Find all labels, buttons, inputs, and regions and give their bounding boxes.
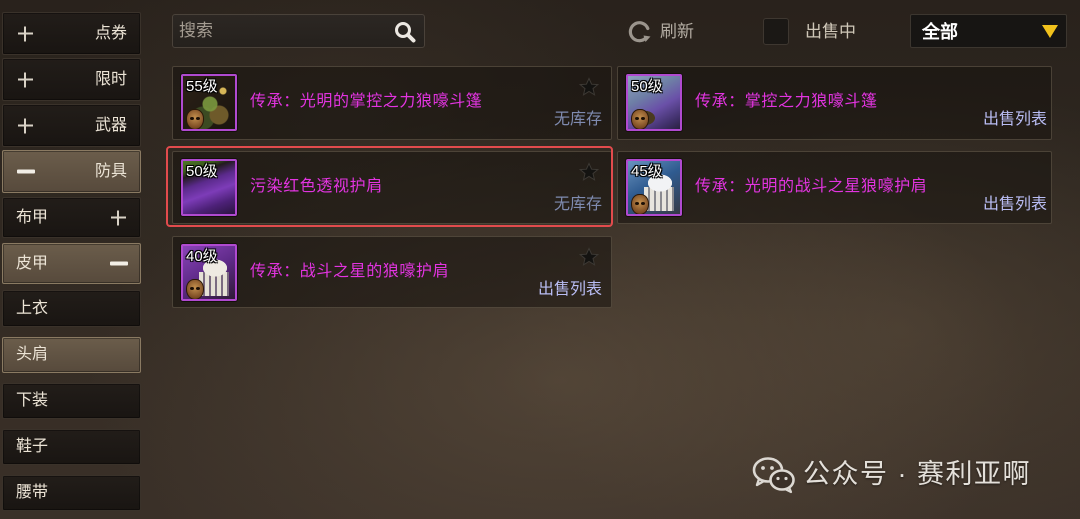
- sidebar-item-label: 下装: [16, 392, 49, 409]
- sidebar-item-leather-armor[interactable]: 皮甲: [2, 243, 141, 284]
- item-level: 50级: [186, 163, 218, 180]
- dropdown-selected-value: 全部: [922, 22, 958, 42]
- item-name: 污染红色透视护肩: [250, 178, 383, 195]
- plus-icon: [18, 72, 33, 87]
- sidebar-item-label: 皮甲: [16, 254, 49, 272]
- refresh-label: 刷新: [660, 22, 694, 41]
- item-name: 传承：光明的掌控之力狼嚎斗篷: [250, 93, 483, 110]
- plus-icon: [111, 210, 126, 225]
- item-level: 45级: [631, 163, 663, 180]
- sidebar-item-label: 武器: [94, 116, 127, 134]
- shoulder-icon[interactable]: 50级: [181, 159, 237, 216]
- item-name: 传承：光明的战斗之星狼嚎护肩: [695, 178, 928, 195]
- star-icon[interactable]: [578, 247, 600, 267]
- shoulder-icon[interactable]: 45级: [626, 159, 682, 216]
- sidebar-item-limited-time[interactable]: 限时: [2, 58, 141, 101]
- search-input[interactable]: [179, 15, 384, 47]
- sidebar-item-armor[interactable]: 防具: [2, 150, 141, 193]
- watermark-text: 公众号 · 赛利亚啊: [803, 459, 1031, 489]
- sidebar-item-cloth-armor[interactable]: 布甲: [2, 197, 141, 238]
- listing-card[interactable]: 55级 传承：光明的掌控之力狼嚎斗篷 无库存: [172, 66, 612, 140]
- cloak-icon[interactable]: 55级: [181, 74, 237, 131]
- cloak-icon[interactable]: 50级: [626, 74, 682, 131]
- refresh-button[interactable]: 刷新: [626, 17, 700, 45]
- sidebar-item-label: 点券: [94, 24, 127, 42]
- triangle-down-icon: [1042, 25, 1058, 38]
- status-no-stock: 无库存: [553, 196, 602, 213]
- sale-list-link[interactable]: 出售列表: [983, 112, 1047, 128]
- listing-card[interactable]: 50级 污染红色透视护肩 无库存: [172, 151, 612, 224]
- minus-icon: [110, 256, 128, 271]
- sidebar-item-label: 布甲: [16, 208, 49, 226]
- on-sale-checkbox[interactable]: [763, 18, 789, 45]
- listing-card[interactable]: 50级 传承：掌控之力狼嚎斗篷 出售列表: [617, 66, 1052, 140]
- status-no-stock: 无库存: [553, 111, 602, 128]
- item-name: 传承：战斗之星的狼嚎护肩: [250, 263, 450, 280]
- shoulder-icon[interactable]: 40级: [181, 244, 237, 301]
- item-level: 50级: [631, 78, 663, 95]
- search-icon[interactable]: [393, 20, 417, 44]
- sale-list-link[interactable]: 出售列表: [983, 197, 1047, 213]
- sidebar-item-weapons[interactable]: 武器: [2, 104, 141, 147]
- search-box[interactable]: [172, 14, 425, 48]
- minus-icon: [17, 164, 35, 179]
- sidebar-item-label: 限时: [94, 70, 127, 88]
- wechat-icon: [752, 456, 796, 494]
- sidebar-item-label: 头肩: [16, 346, 49, 363]
- sidebar-item-belt[interactable]: 腰带: [2, 475, 141, 511]
- sidebar-item-chest[interactable]: 上衣: [2, 290, 141, 327]
- sale-list-link[interactable]: 出售列表: [538, 282, 602, 298]
- on-sale-label: 出售中: [805, 22, 856, 41]
- plus-icon: [18, 26, 33, 41]
- sidebar-item-label: 腰带: [16, 484, 49, 501]
- sidebar-item-shoulders[interactable]: 头肩: [2, 337, 141, 373]
- star-icon[interactable]: [578, 77, 600, 97]
- plus-icon: [18, 118, 33, 133]
- category-dropdown[interactable]: 全部: [910, 14, 1067, 48]
- sidebar-item-label: 防具: [94, 162, 127, 180]
- sidebar-item-legs[interactable]: 下装: [2, 383, 141, 419]
- sidebar-item-label: 鞋子: [16, 438, 49, 455]
- sidebar-item-coupons[interactable]: 点券: [2, 12, 141, 55]
- item-level: 40级: [186, 248, 218, 265]
- on-sale-filter[interactable]: 出售中: [763, 18, 863, 45]
- item-name: 传承：掌控之力狼嚎斗篷: [695, 93, 878, 110]
- star-icon[interactable]: [578, 162, 600, 182]
- item-level: 55级: [186, 78, 218, 95]
- mask-badge-icon: [186, 109, 204, 129]
- mask-badge-icon: [186, 279, 204, 299]
- mask-badge-icon: [631, 109, 649, 129]
- sidebar-item-label: 上衣: [16, 299, 49, 317]
- listing-card[interactable]: 40级 传承：战斗之星的狼嚎护肩 出售列表: [172, 236, 612, 308]
- refresh-icon: [626, 18, 652, 44]
- sidebar-item-shoes[interactable]: 鞋子: [2, 429, 141, 465]
- listing-card[interactable]: 45级 传承：光明的战斗之星狼嚎护肩 出售列表: [617, 151, 1052, 224]
- mask-badge-icon: [631, 194, 649, 214]
